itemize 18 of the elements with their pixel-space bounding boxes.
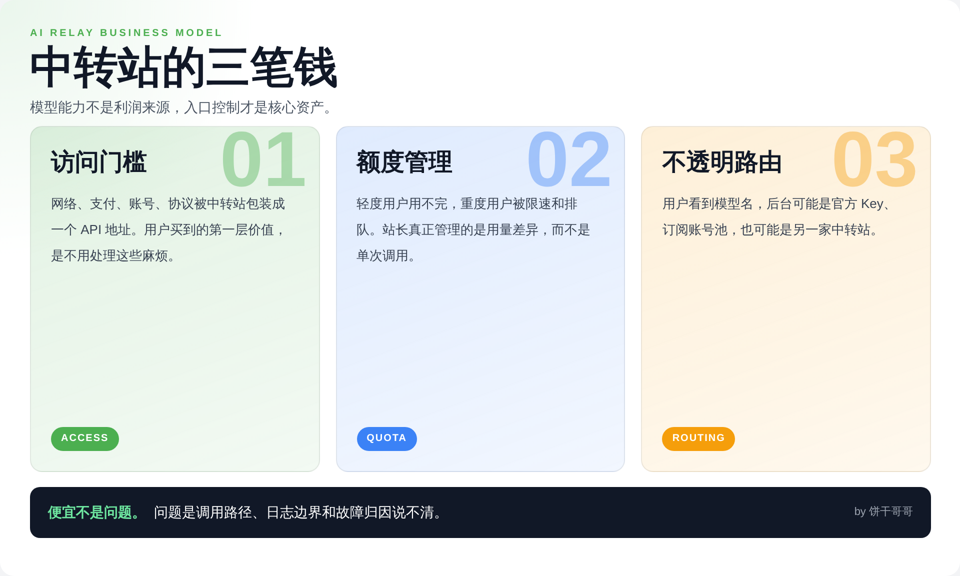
card-description: 网络、支付、账号、协议被中转站包装成一个 API 地址。用户买到的第一层价值，是不用处理这些麻烦。 — [51, 195, 288, 265]
tag-label: ROUTING — [662, 427, 736, 451]
subtitle-text: 模型能力不是利润来源，入口控制才是核心资产。 — [30, 98, 339, 116]
author-credit: by 饼干哥哥 — [854, 505, 913, 520]
card-number: 03 — [831, 129, 918, 190]
banner-text: 问题是调用路径、日志边界和故障归因说不清。 — [154, 503, 448, 522]
card-title: 额度管理 — [356, 148, 453, 178]
tag-label: ACCESS — [51, 427, 119, 451]
banner-highlight: 便宜不是问题。 — [48, 503, 146, 522]
card-title: 访问门槛 — [51, 148, 147, 178]
tag-label: QUOTA — [356, 427, 418, 451]
card-title: 不透明路由 — [662, 148, 782, 178]
card-description: 轻度用户用不完，重度用户被限速和排队。站长真正管理的是用量差异，而不是单次调用。 — [356, 195, 592, 265]
kicker-text: AI RELAY BUSINESS MODEL — [30, 28, 225, 40]
page-title: 中转站的三笔钱 — [30, 42, 339, 94]
card-number: 01 — [220, 129, 307, 190]
card-description: 用户看到模型名，后台可能是官方 Key、订阅账号池，也可能是另一家中转站。 — [662, 195, 898, 239]
card-number: 02 — [526, 129, 612, 190]
